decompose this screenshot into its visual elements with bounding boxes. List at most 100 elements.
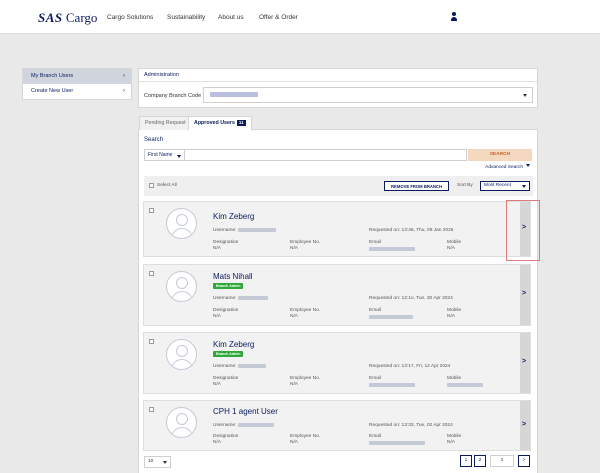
designation-label: Designation [213, 434, 239, 439]
username-label: Username: [213, 228, 237, 233]
username-value-redacted [238, 296, 268, 300]
administration-header: Administration [139, 69, 537, 82]
user-select-checkbox[interactable] [149, 407, 154, 412]
username-value-redacted [238, 423, 274, 427]
email-label: Email [369, 376, 381, 381]
sas-cargo-logo[interactable]: SAS Cargo [38, 10, 97, 26]
logo-text: Cargo [65, 10, 98, 25]
sidebar: My Branch Users › Create New User › [22, 68, 132, 100]
email-value-redacted [369, 441, 425, 445]
page-button-3[interactable]: 3 [490, 455, 514, 467]
avatar [166, 271, 197, 302]
user-card: CPH 1 agent User Username: Requested on:… [143, 400, 531, 451]
search-field-select[interactable]: First Name [144, 149, 184, 161]
nav-offer-order[interactable]: Offer & Order [259, 14, 298, 21]
sidebar-item-my-branch-users[interactable]: My Branch Users › [23, 69, 131, 84]
tab-label: Approved Users [194, 120, 235, 126]
open-user-button[interactable]: > [520, 265, 530, 325]
nav-about-us[interactable]: About us [218, 14, 244, 21]
mobile-value: N/A [447, 440, 455, 445]
designation-value: N/A [213, 440, 221, 445]
page-button-2[interactable]: 2 [474, 455, 486, 467]
nav-sustainability[interactable]: Sustainability [167, 14, 205, 21]
per-page-select[interactable]: 10 [144, 456, 171, 468]
page-button-1[interactable]: 1 [460, 455, 472, 467]
avatar [166, 208, 197, 239]
mobile-label: Mobile [447, 376, 462, 381]
user-name[interactable]: Kim Zeberg [213, 212, 254, 221]
user-name[interactable]: Kim Zeberg [213, 340, 254, 349]
user-name[interactable]: Mats Nihall [213, 272, 253, 281]
user-select-checkbox[interactable] [149, 271, 154, 276]
next-page-button[interactable]: > [518, 455, 530, 467]
mobile-label: Mobile [447, 240, 462, 245]
sort-select[interactable]: Most Recent [480, 181, 530, 191]
chevron-right-icon: > [522, 421, 527, 428]
branch-code-value-redacted [210, 92, 258, 97]
user-card: Kim Zeberg Username: Requested on: 13:46… [143, 201, 531, 257]
chevron-right-icon: > [522, 290, 527, 297]
mobile-label: Mobile [447, 434, 462, 439]
employee-no-label: Employee No. [290, 240, 321, 245]
requested-on: Requested on: 13:46, Thu, 09 Jan 2025 [369, 228, 454, 233]
chevron-down-icon [177, 154, 181, 158]
chevron-down-icon [523, 94, 527, 97]
designation-label: Designation [213, 240, 239, 245]
email-value-redacted [369, 315, 413, 319]
remove-from-branch-button[interactable]: REMOVE FROM BRANCH [384, 181, 449, 191]
employee-no-label: Employee No. [290, 308, 321, 313]
chevron-down-icon [522, 185, 526, 188]
chevron-right-icon: › [123, 88, 125, 94]
chevron-down-icon [163, 461, 167, 464]
open-user-button[interactable]: > [520, 333, 530, 393]
designation-value: N/A [213, 246, 221, 251]
search-input[interactable] [184, 149, 467, 161]
requested-on: Requested on: 13:17, Fri, 12 Apr 2024 [369, 364, 451, 369]
branch-code-label: Company Branch Code [144, 93, 202, 99]
tab-approved-users[interactable]: Approved Users 11 [188, 116, 252, 131]
advanced-search-label: Advanced Search [485, 165, 523, 170]
open-user-button[interactable]: > [520, 401, 530, 450]
email-label: Email [369, 308, 381, 313]
email-label: Email [369, 240, 381, 245]
mobile-value: N/A [447, 246, 455, 251]
chevron-right-icon: › [123, 73, 125, 79]
employee-no-label: Employee No. [290, 376, 321, 381]
annotation-highlight-box [506, 200, 540, 261]
user-select-checkbox[interactable] [149, 208, 154, 213]
branch-admin-badge: Branch Admin [213, 283, 244, 289]
username-label: Username: [213, 296, 237, 301]
branch-admin-badge: Branch Admin [213, 351, 244, 357]
chevron-right-icon: > [522, 358, 527, 365]
user-name[interactable]: CPH 1 agent User [213, 407, 278, 416]
sidebar-item-label: My Branch Users [31, 73, 74, 79]
top-navigation-bar: SAS Cargo Cargo Solutions Sustainability… [0, 0, 600, 34]
tab-pending-request[interactable]: Pending Request [139, 116, 192, 130]
email-value-redacted [369, 383, 415, 387]
avatar [166, 339, 197, 370]
sidebar-item-label: Create New User [31, 88, 74, 94]
username-label: Username: [213, 364, 237, 369]
user-select-checkbox[interactable] [149, 339, 154, 344]
mobile-value-redacted [447, 383, 483, 387]
sidebar-item-create-new-user[interactable]: Create New User › [23, 84, 131, 99]
chevron-right-icon: > [522, 458, 526, 463]
employee-no-value: N/A [290, 246, 298, 251]
select-all-label: Select All [157, 183, 177, 188]
nav-cargo-solutions[interactable]: Cargo Solutions [107, 14, 153, 21]
tab-label: Pending Request [145, 120, 186, 126]
mobile-value: N/A [447, 314, 455, 319]
employee-no-value: N/A [290, 440, 298, 445]
select-all-checkbox[interactable] [149, 183, 154, 188]
requested-on: Requested on: 13:33, Tue, 02 Apr 2024 [369, 423, 453, 428]
mobile-label: Mobile [447, 308, 462, 313]
logo-mark: SAS [38, 10, 63, 25]
user-account-icon[interactable] [450, 12, 458, 22]
email-value-redacted [369, 247, 415, 251]
employee-no-value: N/A [290, 314, 298, 319]
search-button[interactable]: SEARCH [468, 149, 532, 161]
per-page-value: 10 [148, 459, 154, 464]
branch-code-select[interactable] [203, 87, 533, 103]
advanced-search-toggle[interactable]: Advanced Search [485, 164, 530, 170]
sort-by-label: Sort By [457, 183, 473, 188]
